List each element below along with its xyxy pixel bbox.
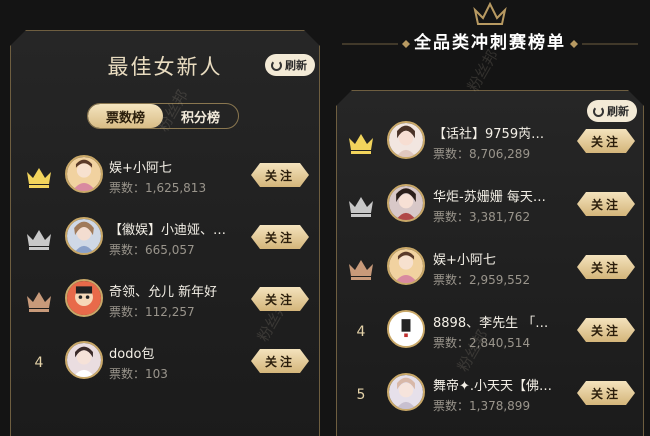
follow-button[interactable]: 关注	[577, 255, 635, 279]
avatar[interactable]	[387, 121, 425, 159]
avatar[interactable]	[65, 341, 103, 379]
follow-button[interactable]: 关注	[251, 225, 309, 249]
user-name[interactable]: 娱+小阿七	[109, 157, 249, 176]
vote-count: 票数：1,625,813	[109, 181, 207, 195]
follow-button[interactable]: 关注	[577, 381, 635, 405]
follow-button[interactable]: 关注	[251, 349, 309, 373]
user-name[interactable]: 【徽娱】小迪娅、…	[109, 219, 249, 238]
vote-count: 票数：103	[109, 367, 168, 381]
list-item: 4 8898、李先生 「… 票数：2,840,514 关注	[337, 304, 643, 360]
rank-number: 4	[34, 355, 44, 371]
list-item: 华炬-苏姗姗 每天… 票数：3,381,762 关注	[337, 178, 643, 234]
user-name[interactable]: dodo包	[109, 343, 249, 362]
right-ranking-panel: 刷新 【话社】9759芮… 票数：8,706,289 关注 华炬-苏姗姗 每天……	[336, 90, 644, 436]
avatar[interactable]	[65, 155, 103, 193]
vote-count: 票数：3,381,762	[433, 210, 531, 224]
vote-count: 票数：8,706,289	[433, 147, 531, 161]
vote-count: 票数：2,959,552	[433, 273, 531, 287]
list-item: 娱+小阿七 票数：1,625,813 关注	[11, 149, 319, 205]
avatar[interactable]	[387, 247, 425, 285]
follow-button[interactable]: 关注	[577, 318, 635, 342]
user-name[interactable]: 娱+小阿七	[433, 249, 575, 268]
refresh-label: 刷新	[285, 59, 307, 72]
crown-ornament-icon	[473, 2, 507, 25]
user-name[interactable]: 【话社】9759芮…	[433, 123, 575, 142]
follow-button[interactable]: 关注	[577, 192, 635, 216]
avatar[interactable]	[387, 373, 425, 411]
list-item: 娱+小阿七 票数：2,959,552 关注	[337, 241, 643, 297]
list-item: 【话社】9759芮… 票数：8,706,289 关注	[337, 115, 643, 171]
vote-count: 票数：1,378,899	[433, 399, 531, 413]
refresh-button[interactable]: 刷新	[265, 54, 315, 76]
vote-count: 票数：112,257	[109, 305, 195, 319]
refresh-icon	[271, 60, 282, 71]
left-ranking-panel: 最佳女新人 刷新 票数榜 积分榜 娱+小阿七 票数：1,625,813 关注 【…	[10, 30, 320, 436]
vote-count: 票数：665,057	[109, 243, 195, 257]
list-item: 【徽娱】小迪娅、… 票数：665,057 关注	[11, 211, 319, 267]
user-name[interactable]: 华炬-苏姗姗 每天…	[433, 186, 575, 205]
follow-button[interactable]: 关注	[251, 163, 309, 187]
avatar[interactable]	[387, 310, 425, 348]
crown-silver-icon	[345, 193, 377, 219]
crown-bronze-icon	[23, 288, 55, 314]
avatar[interactable]	[65, 217, 103, 255]
list-item: 5 舞帝✦.小天天【佛… 票数：1,378,899 关注	[337, 367, 643, 423]
user-name[interactable]: 奇领、允儿 新年好	[109, 281, 249, 300]
user-name[interactable]: 舞帝✦.小天天【佛…	[433, 375, 575, 394]
crown-gold-icon	[23, 164, 55, 190]
avatar[interactable]	[65, 279, 103, 317]
user-name[interactable]: 8898、李先生 「…	[433, 312, 575, 331]
avatar[interactable]	[387, 184, 425, 222]
rank-number: 4	[356, 324, 366, 340]
crown-bronze-icon	[345, 256, 377, 282]
crown-silver-icon	[23, 226, 55, 252]
list-item: 4 dodo包 票数：103 关注	[11, 335, 319, 391]
crown-gold-icon	[345, 130, 377, 156]
follow-button[interactable]: 关注	[577, 129, 635, 153]
rank-number: 5	[356, 387, 366, 403]
